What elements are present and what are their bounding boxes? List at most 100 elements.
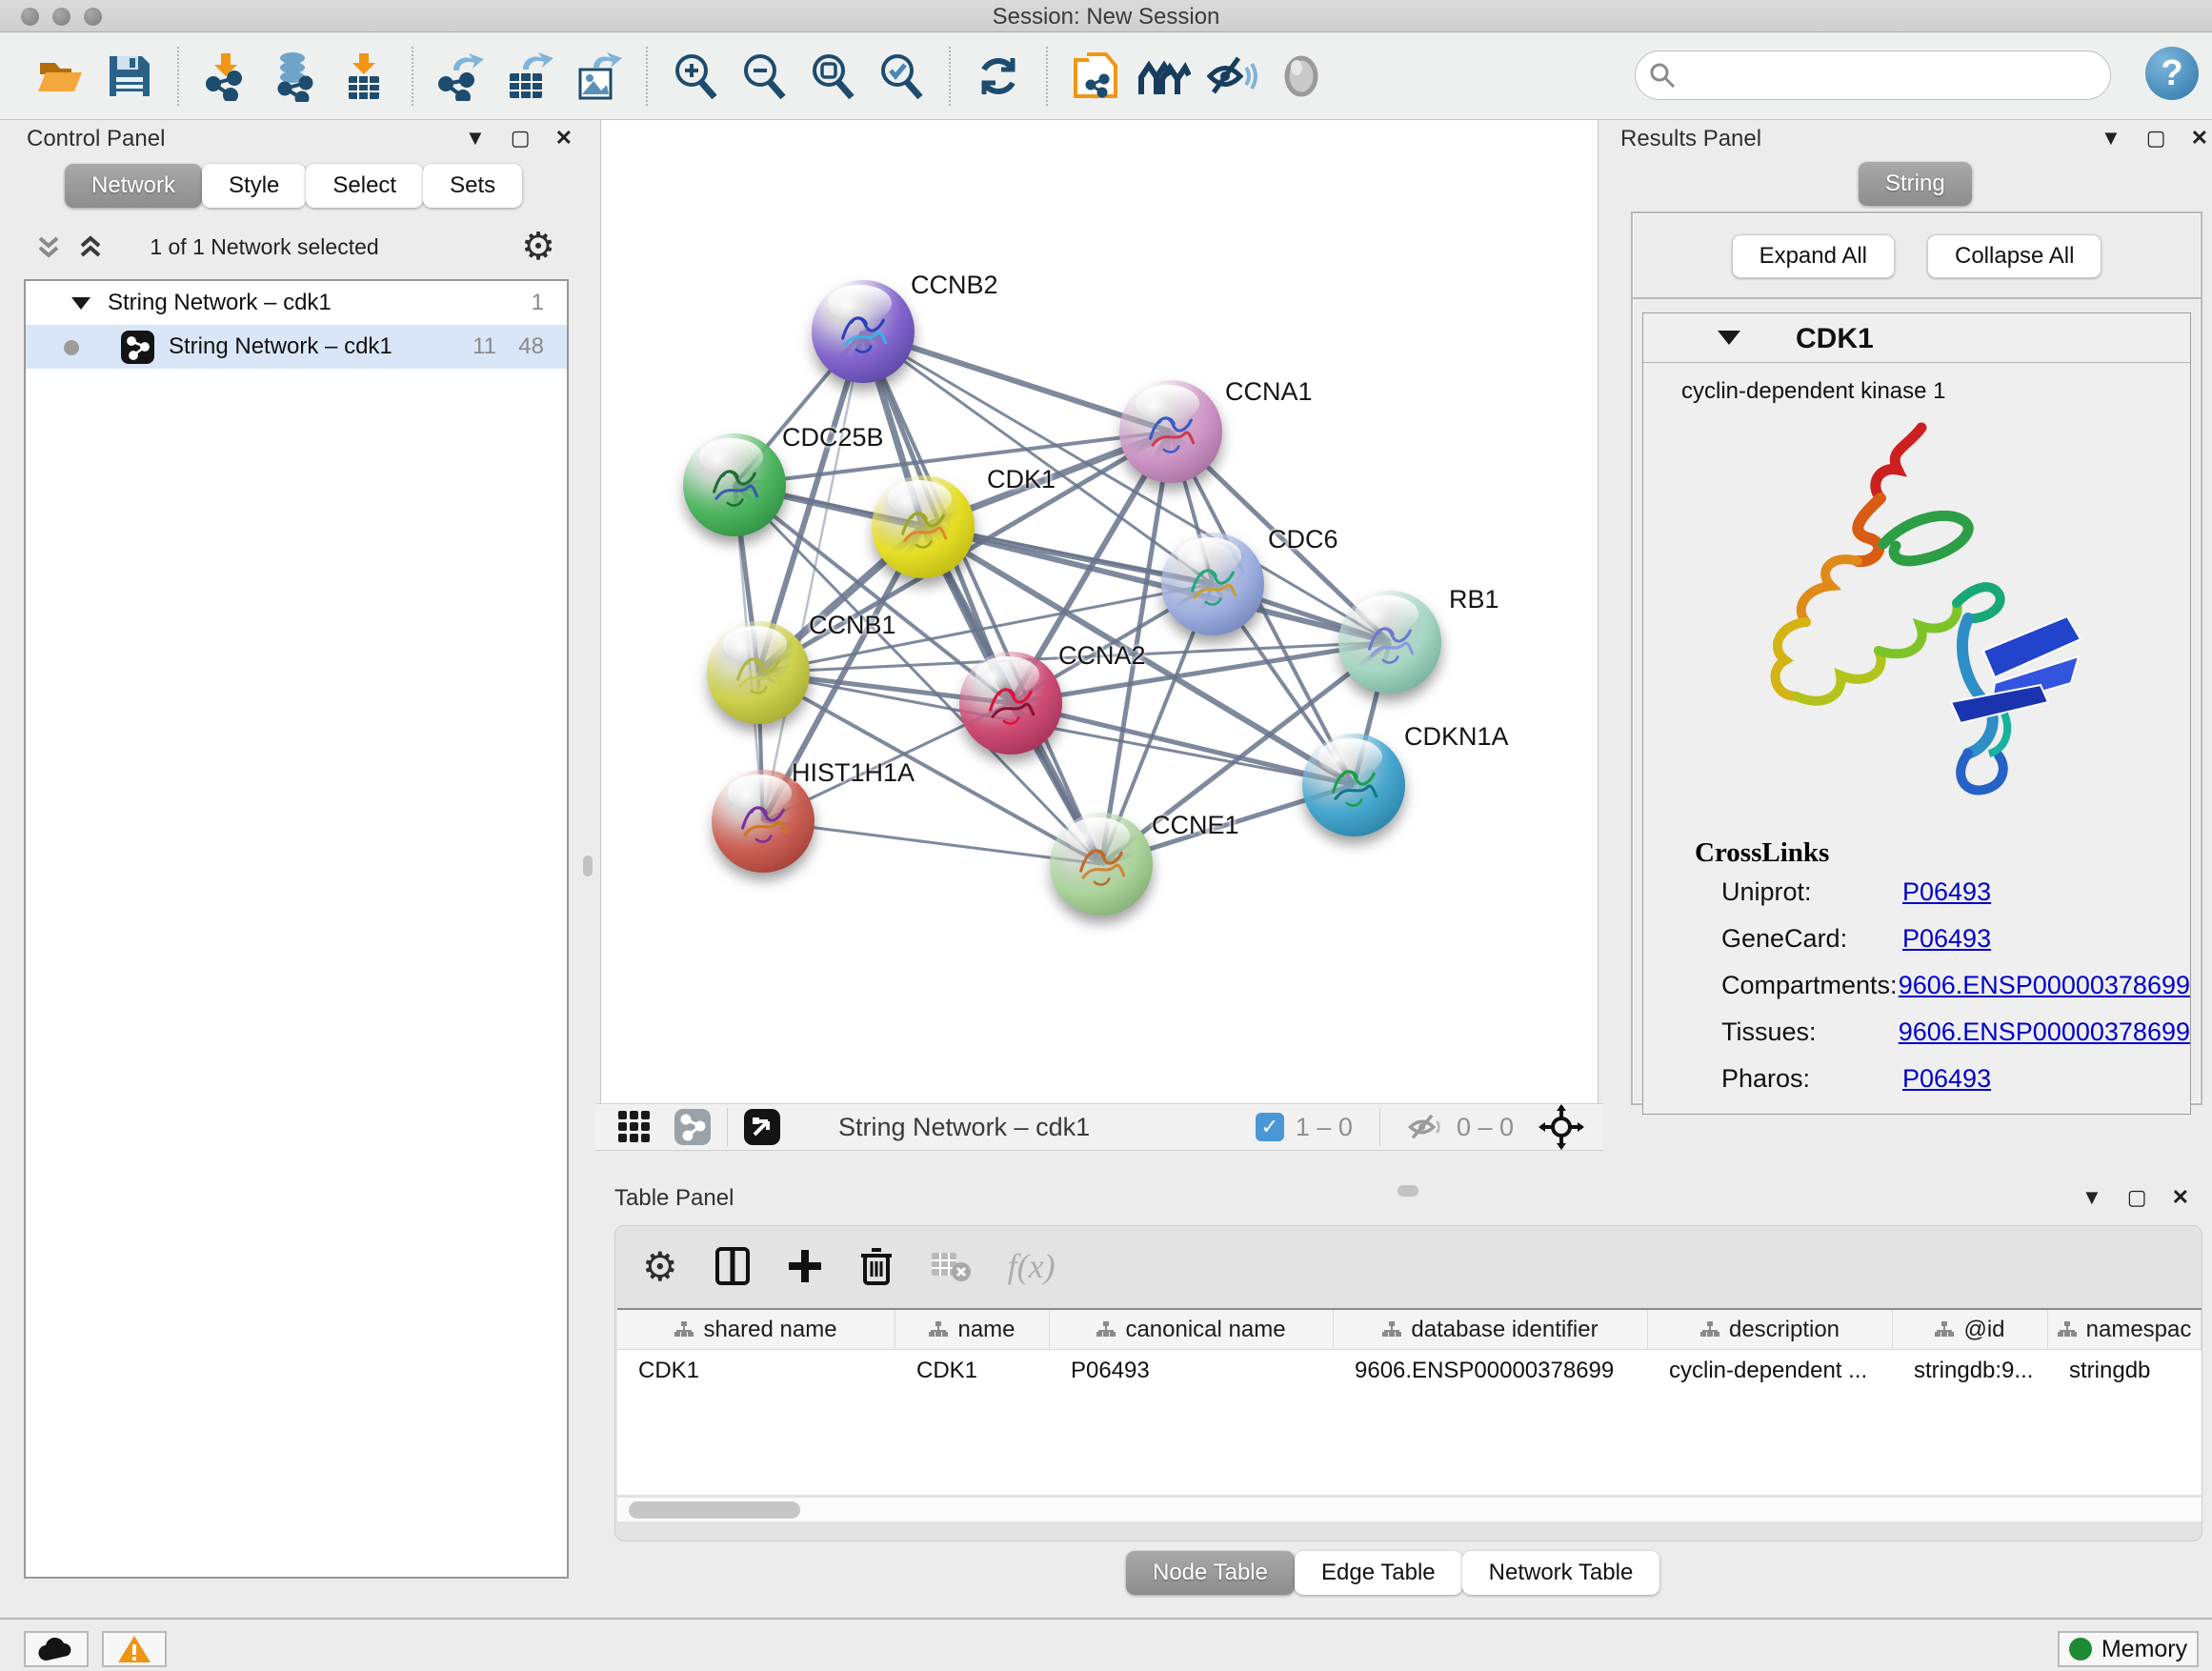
- hide-selected-icon[interactable]: [1206, 50, 1259, 103]
- expand-all-button[interactable]: Expand All: [1732, 234, 1895, 278]
- horizontal-scrollbar[interactable]: [617, 1497, 2202, 1521]
- network-node-cdc25b[interactable]: [683, 433, 786, 536]
- tab-sets[interactable]: Sets: [423, 164, 522, 208]
- scrollbar-thumb[interactable]: [629, 1501, 800, 1519]
- new-network-from-selection-icon[interactable]: [1069, 50, 1122, 103]
- memory-button[interactable]: Memory: [2058, 1631, 2199, 1667]
- import-network-database-icon[interactable]: [269, 50, 322, 103]
- crosslink-label: Tissues:: [1721, 1017, 1899, 1047]
- import-network-file-icon[interactable]: [200, 50, 253, 103]
- collapse-triangle-icon[interactable]: [71, 297, 90, 310]
- zoom-selected-icon[interactable]: [875, 50, 928, 103]
- share-view-icon[interactable]: [674, 1108, 712, 1146]
- show-all-icon[interactable]: [1275, 50, 1328, 103]
- network-view-row[interactable]: String Network – cdk1 11 48: [26, 325, 567, 369]
- protein-thumbnail: [698, 449, 771, 521]
- table-settings-gear-icon[interactable]: ⚙: [642, 1243, 678, 1290]
- grid-view-icon[interactable]: [616, 1109, 653, 1145]
- column-header[interactable]: database identifier: [1334, 1310, 1648, 1350]
- help-button[interactable]: ?: [2145, 47, 2199, 100]
- open-in-window-icon[interactable]: [743, 1108, 781, 1146]
- tab-network[interactable]: Network: [65, 164, 202, 208]
- main-toolbar: ?: [0, 33, 2212, 120]
- column-header[interactable]: @id: [1893, 1310, 2048, 1350]
- tab-edge-table[interactable]: Edge Table: [1295, 1551, 1462, 1595]
- delete-column-icon[interactable]: [859, 1246, 894, 1286]
- table-panel-float-icon[interactable]: ▢: [2127, 1185, 2147, 1210]
- left-splitter-handle[interactable]: [583, 856, 593, 876]
- import-table-file-icon[interactable]: [337, 50, 391, 103]
- cloud-status-button[interactable]: [24, 1631, 89, 1667]
- gene-section-header[interactable]: CDK1: [1643, 313, 2190, 363]
- node-label-ccnb1: CCNB1: [809, 611, 896, 640]
- zoom-fit-icon[interactable]: [806, 50, 859, 103]
- network-collection-row[interactable]: String Network – cdk1 1: [26, 281, 567, 325]
- control-panel-menu-icon[interactable]: ▼: [465, 126, 486, 151]
- crosslink-pharos-link[interactable]: P06493: [1902, 1064, 1991, 1094]
- collapse-all-button[interactable]: Collapse All: [1927, 234, 2101, 278]
- network-node-ccna2[interactable]: [959, 652, 1062, 755]
- table-panel-menu-icon[interactable]: ▼: [2081, 1185, 2102, 1210]
- results-panel-float-icon[interactable]: ▢: [2146, 126, 2166, 151]
- selected-checkbox-icon[interactable]: ✓: [1256, 1113, 1284, 1141]
- crosslink-label: Pharos:: [1721, 1064, 1902, 1094]
- column-header[interactable]: canonical name: [1050, 1310, 1334, 1350]
- crosslink-compartments-link[interactable]: 9606.ENSP00000378699: [1899, 971, 2190, 1000]
- node-label-cdk1: CDK1: [987, 465, 1056, 494]
- first-neighbors-icon[interactable]: [1137, 50, 1191, 103]
- tab-network-table[interactable]: Network Table: [1462, 1551, 1660, 1595]
- save-session-icon[interactable]: [103, 50, 156, 103]
- crosslink-genecard-link[interactable]: P06493: [1902, 924, 1991, 954]
- cloud-icon: [37, 1636, 75, 1662]
- folder-open-icon: [36, 51, 86, 101]
- zoom-out-icon[interactable]: [737, 50, 791, 103]
- tab-node-table[interactable]: Node Table: [1126, 1551, 1295, 1595]
- network-collection-label: String Network – cdk1: [108, 290, 332, 316]
- section-collapse-triangle-icon[interactable]: [1718, 331, 1740, 345]
- control-panel-float-icon[interactable]: ▢: [511, 126, 531, 151]
- crosslinks-title: CrossLinks: [1643, 820, 2190, 869]
- results-panel-menu-icon[interactable]: ▼: [2101, 126, 2122, 151]
- network-options-gear-icon[interactable]: ⚙: [521, 225, 555, 269]
- function-builder-icon[interactable]: f(x): [1008, 1246, 1056, 1286]
- network-node-cdk1[interactable]: [872, 475, 975, 578]
- protein-thumbnail: [975, 667, 1047, 739]
- network-node-ccne1[interactable]: [1050, 813, 1153, 916]
- pan-crosshair-icon[interactable]: [1538, 1104, 1584, 1150]
- network-node-cdkn1a[interactable]: [1302, 734, 1405, 836]
- view-status-dot: [64, 340, 79, 355]
- crosslink-uniprot-link[interactable]: P06493: [1902, 877, 1991, 907]
- show-columns-icon[interactable]: [714, 1246, 751, 1286]
- delete-table-icon[interactable]: [930, 1249, 972, 1283]
- search-box[interactable]: [1635, 50, 2111, 100]
- export-network-icon[interactable]: [434, 50, 488, 103]
- network-canvas[interactable]: CCNB2CCNA1CDC25BCDK1CDC6RB1CCNB1CCNA2CDK…: [600, 120, 1599, 1103]
- control-panel-close-icon[interactable]: ✕: [555, 126, 573, 151]
- search-input[interactable]: [1683, 61, 2110, 90]
- column-header[interactable]: description: [1648, 1310, 1893, 1350]
- add-column-icon[interactable]: [787, 1248, 823, 1284]
- tab-select[interactable]: Select: [306, 164, 423, 208]
- network-node-ccna1[interactable]: [1119, 380, 1222, 483]
- table-panel-close-icon[interactable]: ✕: [2172, 1185, 2189, 1210]
- results-panel-close-icon[interactable]: ✕: [2191, 126, 2208, 151]
- network-node-rb1[interactable]: [1338, 591, 1441, 694]
- node-label-ccnb2: CCNB2: [911, 271, 998, 300]
- column-header[interactable]: shared name: [617, 1310, 895, 1350]
- table-row[interactable]: CDK1 CDK1 P06493 9606.ENSP00000378699 cy…: [617, 1350, 2202, 1392]
- tab-style[interactable]: Style: [202, 164, 306, 208]
- refresh-icon[interactable]: [972, 50, 1025, 103]
- tab-string[interactable]: String: [1859, 162, 1972, 206]
- network-node-ccnb2[interactable]: [812, 280, 915, 383]
- network-node-ccnb1[interactable]: [707, 621, 810, 724]
- crosslink-tissues-link[interactable]: 9606.ENSP00000378699: [1899, 1017, 2190, 1047]
- open-session-icon[interactable]: [34, 50, 88, 103]
- export-image-icon[interactable]: [572, 50, 625, 103]
- network-node-cdc6[interactable]: [1161, 533, 1264, 635]
- column-header[interactable]: namespac: [2048, 1310, 2202, 1350]
- horizontal-splitter[interactable]: [595, 1178, 2212, 1202]
- column-header[interactable]: name: [895, 1310, 1050, 1350]
- warning-button[interactable]: [102, 1631, 167, 1667]
- zoom-in-icon[interactable]: [669, 50, 722, 103]
- export-table-icon[interactable]: [503, 50, 556, 103]
